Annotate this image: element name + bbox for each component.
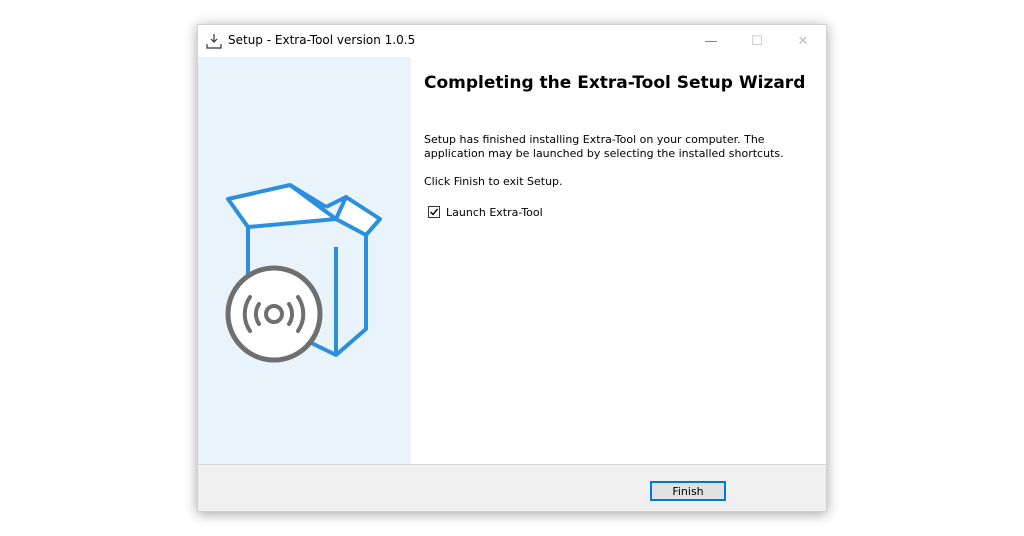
launch-checkbox-label[interactable]: Launch Extra-Tool — [446, 206, 543, 219]
page-title: Completing the Extra-Tool Setup Wizard — [424, 73, 806, 93]
button-bar: Finish — [198, 464, 826, 511]
finish-button[interactable]: Finish — [650, 481, 726, 501]
launch-checkbox[interactable] — [428, 206, 440, 218]
setup-window: Setup - Extra-Tool version 1.0.5 — ☐ ✕ C… — [197, 24, 827, 512]
wizard-side-image — [198, 57, 411, 464]
installer-icon — [206, 33, 222, 49]
box-with-disc-illustration — [225, 183, 382, 363]
wizard-content: Completing the Extra-Tool Setup Wizard S… — [411, 57, 826, 464]
launch-checkbox-row[interactable]: Launch Extra-Tool — [428, 204, 543, 220]
close-icon: ✕ — [797, 33, 809, 49]
completion-message: Setup has finished installing Extra-Tool… — [424, 133, 784, 160]
checkmark-icon — [430, 208, 439, 216]
exit-instruction: Click Finish to exit Setup. — [424, 175, 563, 188]
maximize-button[interactable]: ☐ — [734, 25, 780, 57]
minimize-icon: — — [704, 33, 718, 49]
title-bar: Setup - Extra-Tool version 1.0.5 — ☐ ✕ — [198, 25, 826, 57]
close-button[interactable]: ✕ — [780, 25, 826, 57]
maximize-icon: ☐ — [751, 33, 763, 49]
window-title: Setup - Extra-Tool version 1.0.5 — [228, 33, 416, 47]
minimize-button[interactable]: — — [688, 25, 734, 57]
